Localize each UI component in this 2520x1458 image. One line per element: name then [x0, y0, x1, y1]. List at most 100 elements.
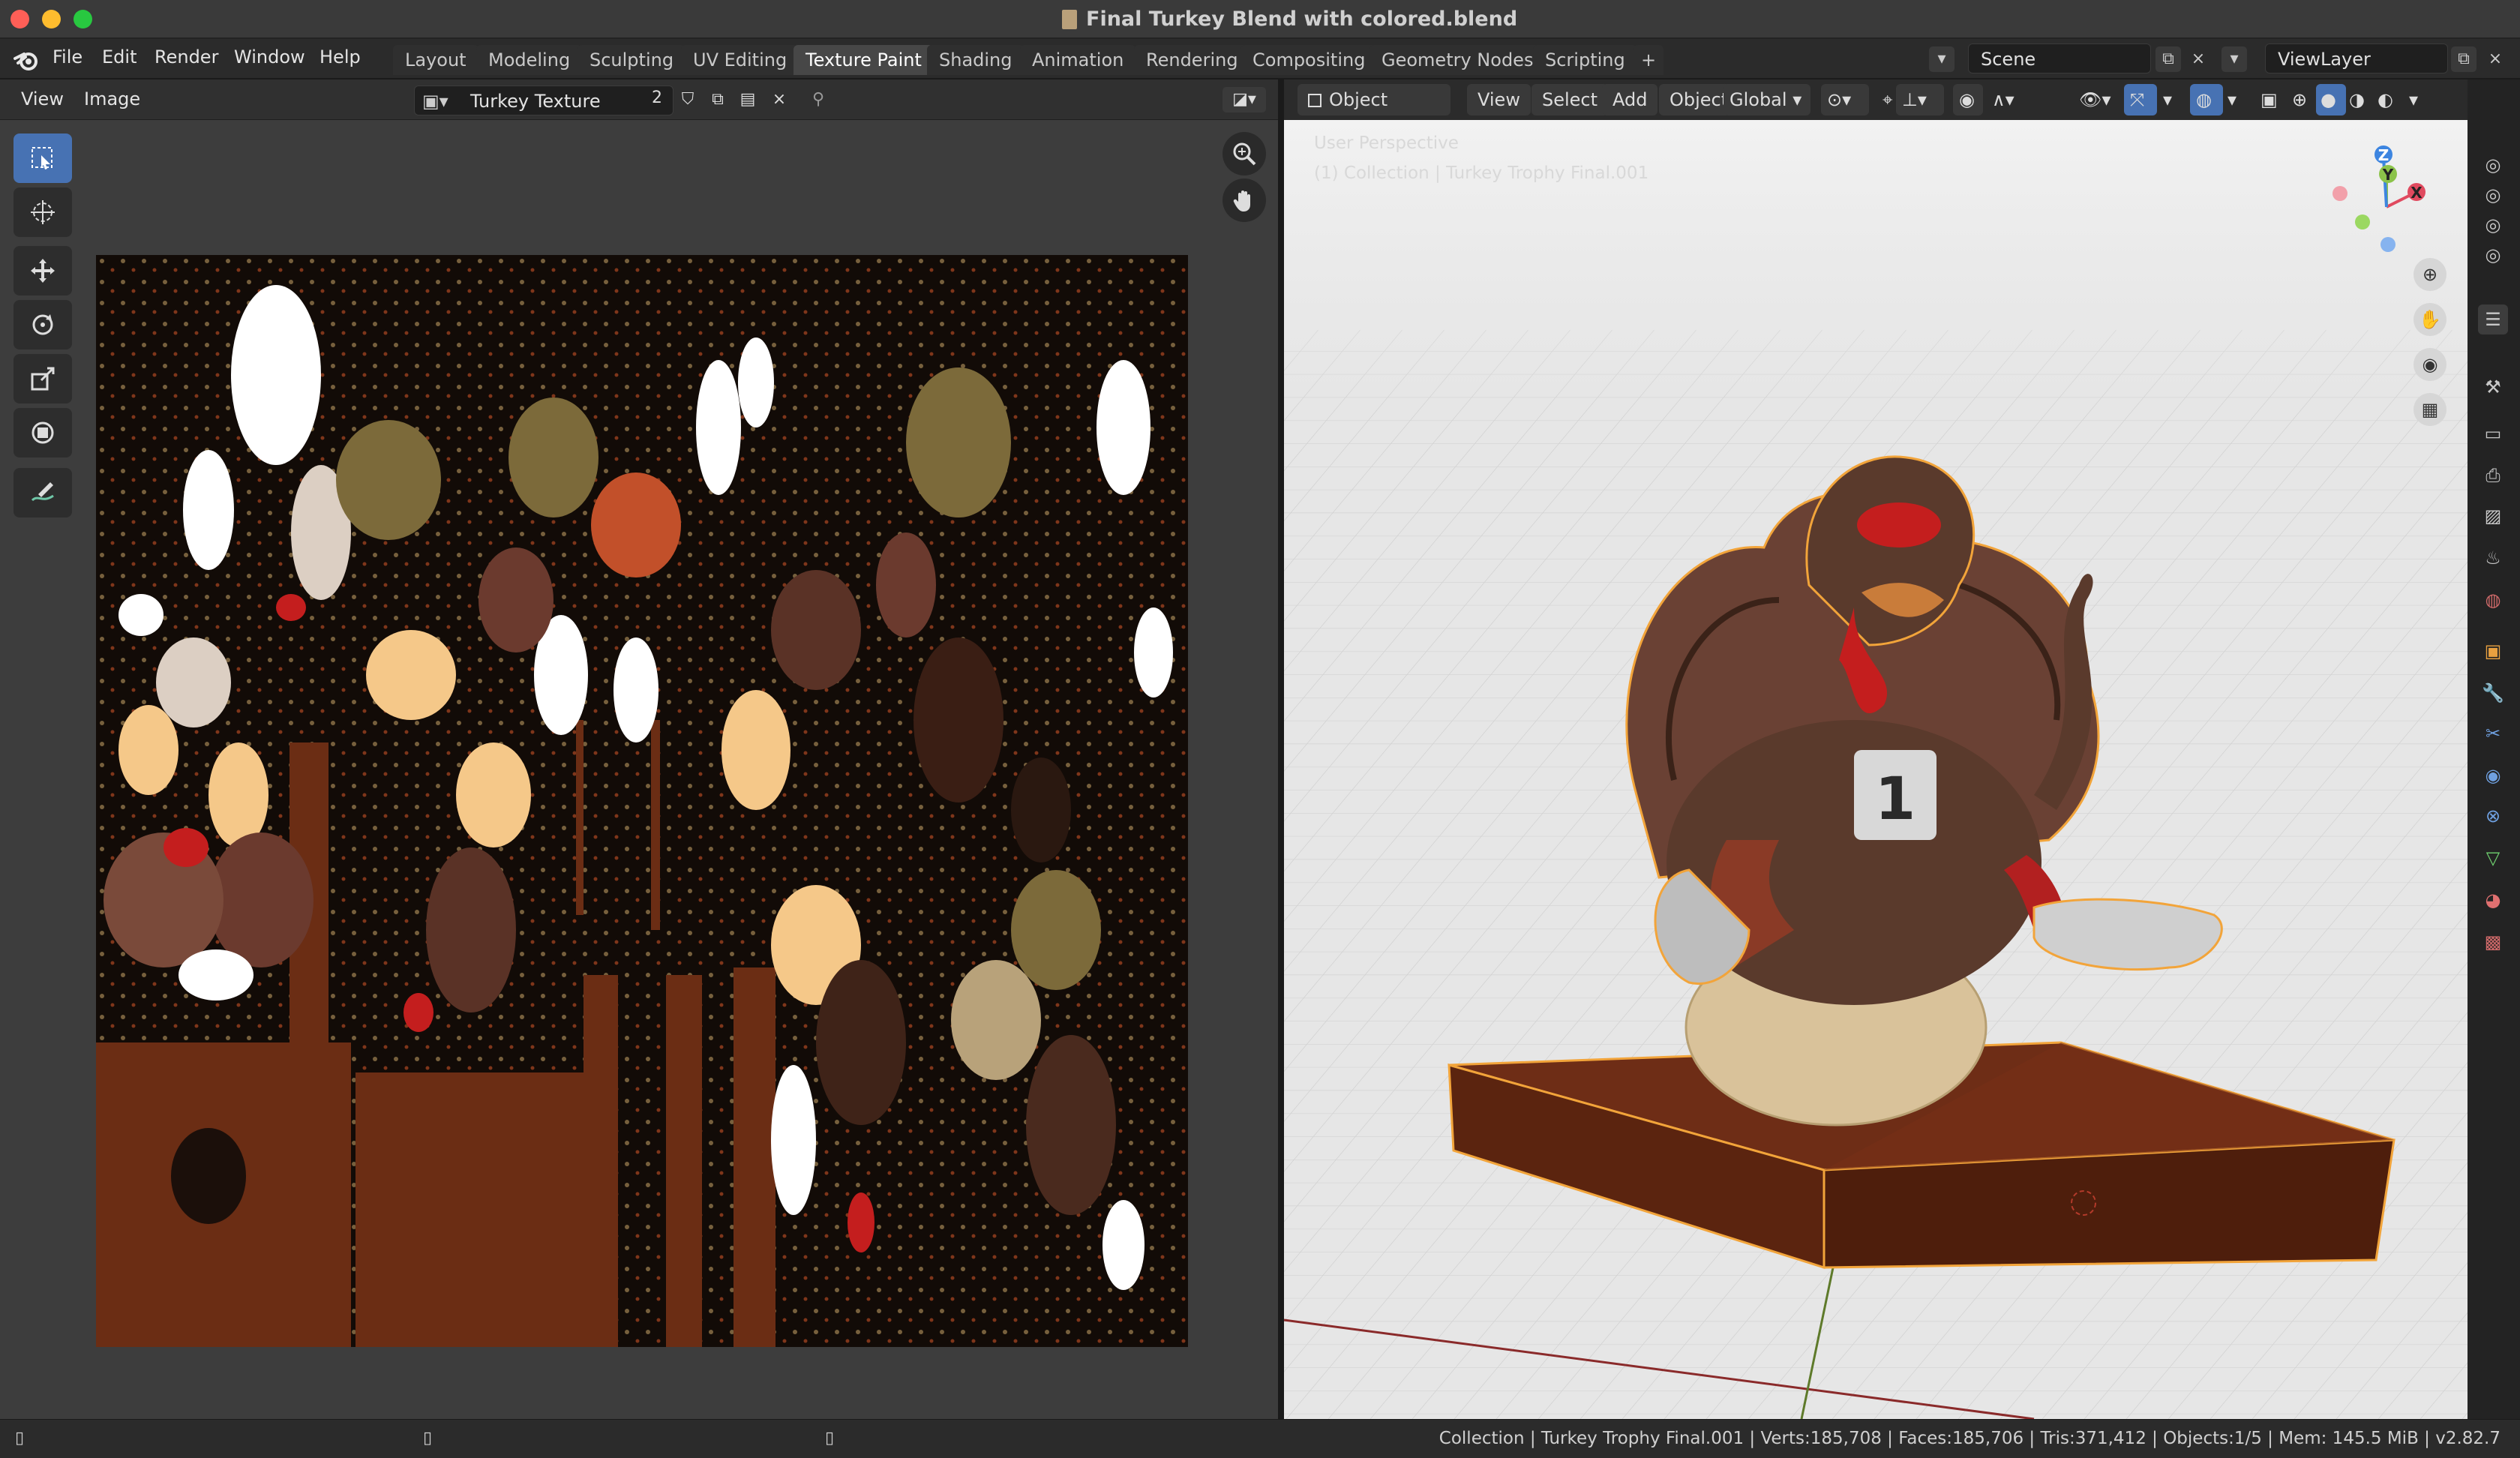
proportional-edit-icon[interactable]: ◉	[1953, 84, 1983, 116]
shading-dropdown-icon[interactable]: ▾	[2404, 84, 2430, 116]
editor-type-icon[interactable]: ◪▾	[1222, 87, 1266, 112]
overlay-toggle-icon[interactable]: ◍	[2190, 84, 2223, 116]
neg-z-axis-handle[interactable]	[2380, 237, 2396, 252]
scale-tool[interactable]	[14, 354, 72, 404]
object-mode-dropdown[interactable]: Object Mode ▾	[1298, 84, 1450, 142]
outliner-camera-icon[interactable]: ◎	[2478, 150, 2508, 180]
mouse-middle-icon: ▯	[423, 1429, 433, 1448]
new-scene-icon[interactable]: ⧉	[2156, 46, 2181, 72]
select-box-tool[interactable]	[14, 134, 72, 183]
viewport-view-menu[interactable]: View	[1467, 84, 1531, 116]
tab-rendering[interactable]: Rendering	[1134, 45, 1250, 75]
rendered-shading-icon[interactable]: ◐	[2373, 84, 2403, 116]
view-layer-field[interactable]: ViewLayer	[2265, 44, 2448, 74]
image-view-menu[interactable]: View	[21, 88, 64, 110]
snap-target-icon[interactable]: ⊥▾	[1896, 84, 1944, 116]
rotate-tool[interactable]	[14, 300, 72, 350]
texture-image[interactable]	[96, 255, 1188, 1347]
annotate-tool[interactable]	[14, 468, 72, 518]
particle-properties-icon[interactable]: ✂	[2478, 718, 2508, 748]
zoom-view-button[interactable]	[1222, 132, 1266, 176]
overlay-dropdown-icon[interactable]: ▾	[2223, 84, 2248, 116]
tab-animation[interactable]: Animation	[1020, 45, 1136, 75]
zoom-viewport-icon[interactable]: ⊕	[2414, 258, 2446, 291]
constraint-properties-icon[interactable]: ⊗	[2478, 801, 2508, 831]
tab-geometry-nodes[interactable]: Geometry Nodes	[1370, 45, 1546, 75]
menu-edit[interactable]: Edit	[102, 46, 136, 68]
menu-file[interactable]: File	[52, 46, 82, 68]
viewport-add-menu[interactable]: Add	[1602, 84, 1658, 116]
transform-tool[interactable]	[14, 408, 72, 458]
delete-view-layer-icon[interactable]: ×	[2482, 46, 2508, 72]
image-browse-icon[interactable]: ▣▾	[422, 91, 448, 112]
modifier-properties-icon[interactable]: 🔧	[2478, 678, 2508, 708]
ortho-toggle-icon[interactable]: ▦	[2414, 393, 2446, 426]
minimize-window-button[interactable]	[42, 10, 61, 28]
outliner-camera-2-icon[interactable]: ◎	[2478, 180, 2508, 210]
render-properties-icon[interactable]: ▭	[2478, 418, 2508, 448]
image-selector[interactable]: ▣▾ Turkey Texture	[414, 86, 674, 116]
data-properties-icon[interactable]: ▽	[2478, 843, 2508, 873]
tab-texture-paint[interactable]: Texture Paint	[794, 45, 934, 75]
gizmo-dropdown-icon[interactable]: ▾	[2158, 84, 2184, 116]
tab-scripting[interactable]: Scripting	[1533, 45, 1637, 75]
tab-modeling[interactable]: Modeling	[476, 45, 583, 75]
menu-help[interactable]: Help	[320, 46, 361, 68]
scene-properties-icon[interactable]: ♨	[2478, 543, 2508, 573]
move-tool[interactable]	[14, 246, 72, 296]
pan-view-button[interactable]	[1222, 178, 1266, 222]
tab-sculpting[interactable]: Sculpting	[578, 45, 686, 75]
physics-properties-icon[interactable]: ◉	[2478, 760, 2508, 790]
transform-orientation-dropdown[interactable]: Global ▾	[1724, 84, 1810, 116]
outliner-camera-4-icon[interactable]: ◎	[2478, 240, 2508, 270]
navigation-gizmo[interactable]: X Y Z	[2319, 140, 2454, 274]
open-image-icon[interactable]: ▤	[735, 87, 760, 112]
tab-uv-editing[interactable]: UV Editing	[681, 45, 800, 75]
image-image-menu[interactable]: Image	[84, 88, 140, 110]
close-window-button[interactable]	[10, 10, 29, 28]
delete-scene-icon[interactable]: ×	[2186, 46, 2211, 72]
solid-shading-icon[interactable]: ●	[2316, 84, 2346, 116]
viewport-select-menu[interactable]: Select	[1532, 84, 1609, 116]
new-view-layer-icon[interactable]: ⧉	[2451, 46, 2476, 72]
fake-user-icon[interactable]: ⛉	[675, 87, 700, 112]
gizmo-toggle-icon[interactable]: ⤧	[2124, 84, 2157, 116]
menu-render[interactable]: Render	[154, 46, 218, 68]
pivot-point-icon[interactable]: ⊙▾	[1821, 84, 1869, 116]
pin-icon[interactable]: ⚲	[806, 87, 831, 112]
area-divider[interactable]	[1278, 80, 1284, 1419]
editor-type-properties-icon[interactable]: ☰	[2478, 304, 2508, 334]
duplicate-image-icon[interactable]: ⧉	[705, 87, 730, 112]
outliner-camera-3-icon[interactable]: ◎	[2478, 210, 2508, 240]
scene-field[interactable]: Scene	[1968, 44, 2151, 74]
blender-logo-icon[interactable]	[14, 48, 39, 72]
object-properties-icon[interactable]: ▣	[2478, 636, 2508, 666]
view-layer-properties-icon[interactable]: ▨	[2478, 501, 2508, 531]
material-properties-icon[interactable]: ◕	[2478, 885, 2508, 915]
output-properties-icon[interactable]: ⎙	[2478, 460, 2508, 490]
neg-y-axis-handle[interactable]	[2355, 214, 2370, 230]
world-properties-icon[interactable]: ◍	[2478, 585, 2508, 615]
neg-x-axis-handle[interactable]	[2332, 186, 2348, 201]
viewport-scene[interactable]: 1	[1284, 120, 2468, 1419]
zoom-window-button[interactable]	[74, 10, 92, 28]
wireframe-shading-icon[interactable]: ⊕	[2288, 84, 2318, 116]
scene-selector-icon[interactable]: ▾	[1929, 46, 1954, 72]
3d-viewport[interactable]: Object Mode ▾ View Select Add Object Glo…	[1284, 80, 2468, 1419]
tab-compositing[interactable]: Compositing	[1240, 45, 1378, 75]
cursor-tool[interactable]	[14, 188, 72, 237]
add-workspace-button[interactable]: +	[1634, 45, 1664, 75]
tab-layout[interactable]: Layout	[393, 45, 478, 75]
tool-properties-icon[interactable]: ⚒	[2478, 372, 2508, 402]
xray-icon[interactable]: ▣	[2256, 84, 2286, 116]
unlink-image-icon[interactable]: ×	[766, 87, 792, 112]
visibility-icon[interactable]: 👁▾	[2073, 84, 2121, 116]
menu-window[interactable]: Window	[234, 46, 305, 68]
falloff-icon[interactable]: ∧▾	[1986, 84, 2034, 116]
camera-view-icon[interactable]: ◉	[2414, 348, 2446, 381]
material-shading-icon[interactable]: ◑	[2344, 84, 2374, 116]
tab-shading[interactable]: Shading	[927, 45, 1024, 75]
pan-viewport-icon[interactable]: ✋	[2414, 303, 2446, 336]
view-layer-icon[interactable]: ▾	[2222, 46, 2247, 72]
texture-properties-icon[interactable]: ▩	[2478, 927, 2508, 957]
